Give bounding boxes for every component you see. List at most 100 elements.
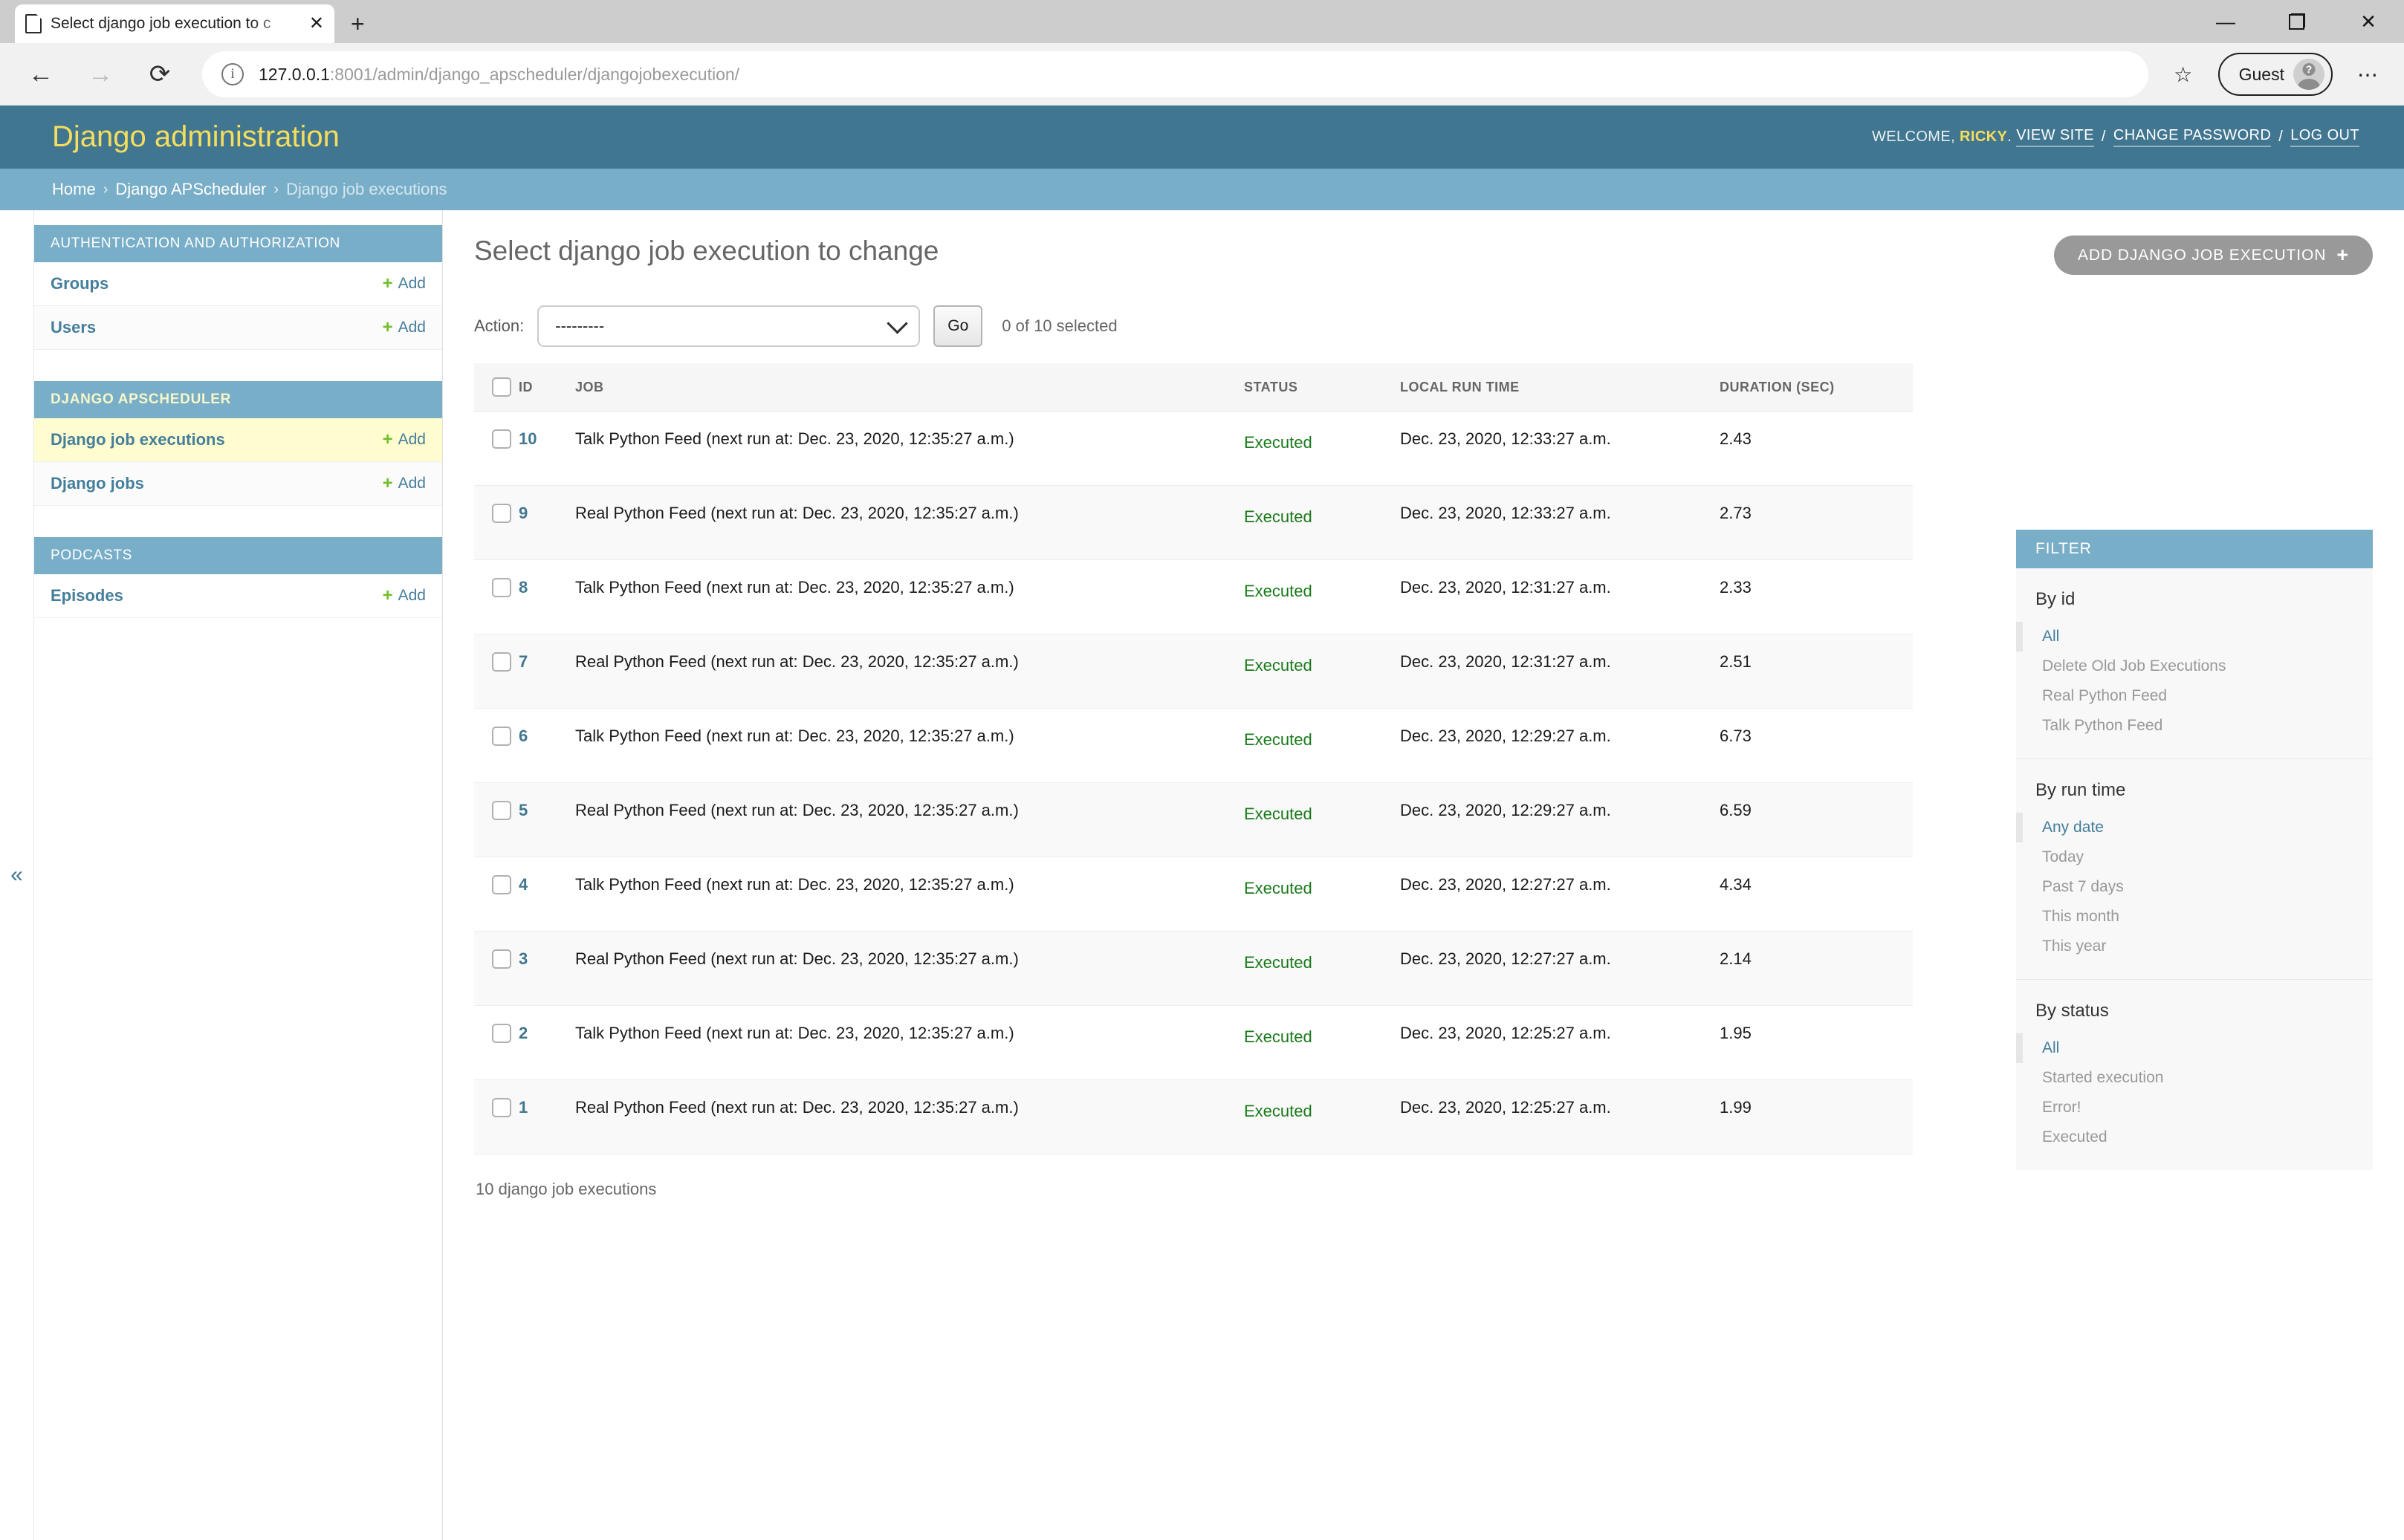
table-row: 4 Talk Python Feed (next run at: Dec. 23,… (474, 857, 1913, 932)
breadcrumb-item-django-apscheduler[interactable]: Django APScheduler (115, 180, 266, 199)
sidebar-item-users[interactable]: Users + Add (34, 306, 442, 350)
object-tools: ADD DJANGO JOB EXECUTION + (2054, 235, 2373, 275)
avatar: ? (2293, 59, 2324, 90)
row-id-cell: 7 (519, 634, 575, 709)
result-count: 10 django job executions (474, 1154, 1913, 1199)
row-duration-cell: 1.99 (1720, 1079, 1913, 1154)
row-job-cell: Real Python Feed (next run at: Dec. 23, … (575, 1079, 1244, 1154)
new-tab-button[interactable]: + (351, 12, 365, 36)
add-label: Add (398, 475, 426, 492)
status-badge: Executed (1244, 805, 1312, 823)
browser-tab[interactable]: Select django job execution to c ✕ (15, 4, 334, 43)
view-site-link[interactable]: VIEW SITE (2016, 127, 2094, 147)
add-label: Add (398, 587, 426, 604)
nav-module-django-apscheduler: DJANGO APSCHEDULER Django job executions… (34, 381, 442, 506)
filter-option[interactable]: Talk Python Feed (2016, 711, 2373, 741)
add-django-jobs-link[interactable]: + Add (383, 475, 426, 493)
sidebar-item-episodes[interactable]: Episodes + Add (34, 574, 442, 618)
filter-option[interactable]: All (2016, 1033, 2373, 1063)
row-checkbox[interactable] (492, 578, 511, 597)
row-id-link[interactable]: 5 (519, 801, 528, 819)
row-id-cell: 5 (519, 782, 575, 857)
action-select[interactable]: --------- (537, 305, 921, 347)
row-id-link[interactable]: 3 (519, 949, 528, 968)
column-header-status[interactable]: STATUS (1244, 363, 1400, 412)
add-django-job-executions-link[interactable]: + Add (383, 431, 426, 449)
filter-option[interactable]: This year (2016, 932, 2373, 961)
nav-module-caption-podcasts[interactable]: PODCASTS (34, 537, 442, 574)
filter-option[interactable]: Real Python Feed (2016, 681, 2373, 711)
nav-module-caption-auth[interactable]: AUTHENTICATION AND AUTHORIZATION (34, 225, 442, 262)
row-select-cell (474, 411, 519, 486)
row-id-link[interactable]: 2 (519, 1024, 528, 1042)
row-checkbox[interactable] (492, 875, 511, 894)
filter-option[interactable]: This month (2016, 902, 2373, 932)
filter-section: By id All Delete Old Job Executions Real Py… (2016, 568, 2373, 758)
row-checkbox[interactable] (492, 652, 511, 672)
filter-option[interactable]: Delete Old Job Executions (2016, 652, 2373, 681)
row-id-link[interactable]: 8 (519, 578, 528, 597)
add-django-job-execution-button[interactable]: ADD DJANGO JOB EXECUTION + (2054, 235, 2373, 275)
url-path: :8001/admin/django_apscheduler/djangojob… (329, 64, 740, 84)
row-id-link[interactable]: 10 (519, 429, 537, 448)
sidebar-item-groups[interactable]: Groups + Add (34, 262, 442, 306)
filter-option[interactable]: Error! (2016, 1093, 2373, 1122)
filter-option[interactable]: Any date (2016, 813, 2373, 842)
filter-option[interactable]: Past 7 days (2016, 872, 2373, 902)
nav-module-caption-django-apscheduler[interactable]: DJANGO APSCHEDULER (34, 381, 442, 418)
column-header-duration[interactable]: DURATION (SEC) (1720, 363, 1913, 412)
filter-option[interactable]: All (2016, 622, 2373, 652)
column-header-local-run-time[interactable]: LOCAL RUN TIME (1400, 363, 1720, 412)
change-password-link[interactable]: CHANGE PASSWORD (2113, 127, 2272, 147)
row-id-link[interactable]: 6 (519, 727, 528, 745)
sidebar-collapse-toggle[interactable]: « (0, 210, 34, 1540)
site-branding[interactable]: Django administration (52, 120, 340, 154)
status-badge: Executed (1244, 953, 1312, 972)
address-bar[interactable]: i 127.0.0.1:8001/admin/django_apschedule… (202, 51, 2148, 97)
log-out-link[interactable]: LOG OUT (2290, 127, 2359, 147)
favorites-star-icon[interactable]: ☆ (2160, 51, 2206, 97)
row-job-cell: Real Python Feed (next run at: Dec. 23, … (575, 931, 1244, 1006)
more-menu-icon[interactable]: ⋯ (2345, 51, 2391, 97)
column-header-job[interactable]: JOB (575, 363, 1244, 412)
row-checkbox[interactable] (492, 949, 511, 969)
back-icon[interactable]: ← (13, 51, 68, 97)
row-select-cell (474, 634, 519, 709)
profile-button[interactable]: Guest ? (2217, 53, 2333, 96)
site-info-icon[interactable]: i (221, 63, 244, 85)
row-id-link[interactable]: 4 (519, 875, 528, 894)
row-id-link[interactable]: 1 (519, 1098, 528, 1117)
select-all-checkbox[interactable] (492, 377, 511, 397)
row-run-time-cell: Dec. 23, 2020, 12:25:27 a.m. (1400, 1079, 1720, 1154)
row-checkbox[interactable] (492, 1024, 511, 1043)
forward-icon[interactable]: → (73, 51, 128, 97)
row-checkbox[interactable] (492, 1098, 511, 1117)
add-users-link[interactable]: + Add (383, 319, 426, 337)
row-checkbox[interactable] (492, 801, 511, 820)
filter-option[interactable]: Executed (2016, 1122, 2373, 1152)
row-checkbox[interactable] (492, 504, 511, 523)
maximize-button[interactable] (2261, 0, 2333, 43)
column-header-id[interactable]: ID (519, 363, 575, 412)
results-table-head: ID JOB STATUS LOCAL RUN TIME DURATION (S… (474, 363, 1913, 412)
row-id-link[interactable]: 9 (519, 504, 528, 522)
row-status-cell: Executed (1244, 782, 1400, 857)
filter-option[interactable]: Started execution (2016, 1063, 2373, 1093)
filter-option[interactable]: Today (2016, 842, 2373, 872)
window-close-icon[interactable]: ✕ (2333, 0, 2404, 43)
add-groups-link[interactable]: + Add (383, 275, 426, 293)
reload-icon[interactable]: ⟳ (132, 51, 187, 97)
breadcrumb-item-home[interactable]: Home (52, 180, 96, 199)
add-episodes-link[interactable]: + Add (383, 587, 426, 605)
row-checkbox[interactable] (492, 429, 511, 449)
close-icon[interactable]: ✕ (309, 15, 324, 33)
row-checkbox[interactable] (492, 727, 511, 746)
go-button[interactable]: Go (933, 305, 983, 347)
row-status-cell: Executed (1244, 1079, 1400, 1154)
minimize-icon[interactable]: — (2190, 0, 2261, 43)
sidebar-item-django-job-executions[interactable]: Django job executions + Add (34, 418, 442, 462)
row-run-time-cell: Dec. 23, 2020, 12:25:27 a.m. (1400, 1005, 1720, 1080)
add-label: Add (398, 431, 426, 448)
sidebar-item-django-jobs[interactable]: Django jobs + Add (34, 462, 442, 506)
row-id-link[interactable]: 7 (519, 652, 528, 671)
